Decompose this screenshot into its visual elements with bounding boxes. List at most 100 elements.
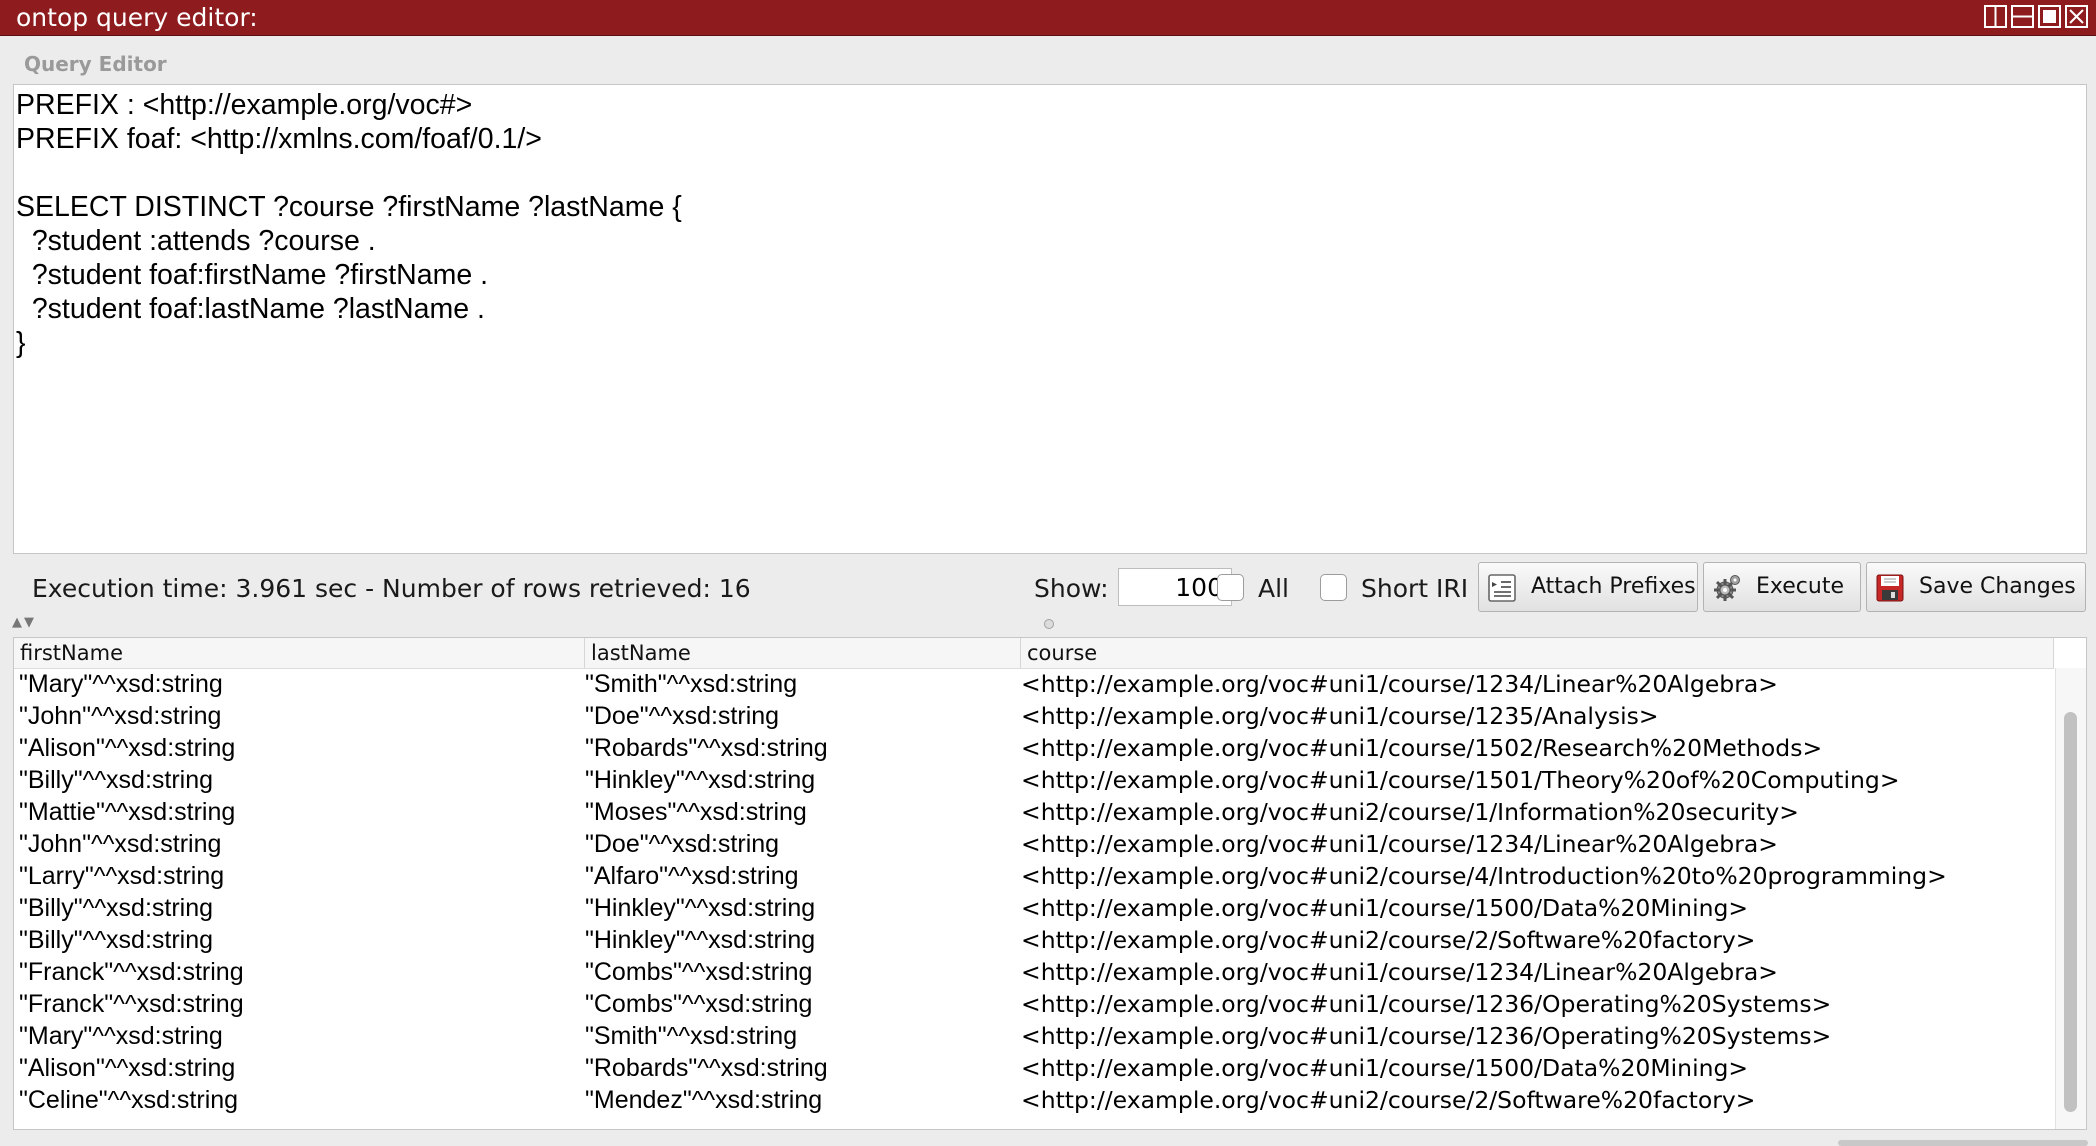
save-changes-button[interactable]: Save Changes: [1866, 562, 2086, 612]
cell-course: <http://example.org/voc#uni1/course/1235…: [1021, 702, 1659, 730]
cell-firstname: "John"^^xsd:string: [19, 702, 222, 730]
minimize-icon[interactable]: [2011, 5, 2034, 28]
execute-button[interactable]: Execute: [1703, 562, 1861, 612]
execution-toolbar: Execution time: 3.961 sec - Number of ro…: [0, 560, 2096, 616]
cell-firstname: "Alison"^^xsd:string: [19, 734, 236, 762]
table-row[interactable]: "Billy"^^xsd:string "Hinkley"^^xsd:strin…: [14, 892, 2054, 924]
all-label: All: [1258, 574, 1289, 603]
results-table: firstName lastName course "Mary"^^xsd:st…: [13, 637, 2087, 1130]
table-row[interactable]: "Mary"^^xsd:string "Smith"^^xsd:string <…: [14, 668, 2054, 700]
cell-firstname: "John"^^xsd:string: [19, 830, 222, 858]
table-row[interactable]: "Alison"^^xsd:string "Robards"^^xsd:stri…: [14, 1052, 2054, 1084]
query-editor-textarea[interactable]: PREFIX : <http://example.org/voc#> PREFI…: [13, 84, 2087, 554]
horizontal-scrollbar[interactable]: [1838, 1140, 2088, 1146]
cell-lastname: "Mendez"^^xsd:string: [585, 1086, 823, 1114]
cell-lastname: "Doe"^^xsd:string: [585, 830, 780, 858]
cell-firstname: "Franck"^^xsd:string: [19, 958, 244, 986]
query-editor-label: Query Editor: [24, 52, 167, 76]
query-line: SELECT DISTINCT ?course ?firstName ?last…: [16, 191, 682, 223]
window-title: ontop query editor:: [16, 3, 258, 32]
title-bar: ontop query editor:: [0, 0, 2096, 36]
table-row[interactable]: "Billy"^^xsd:string "Hinkley"^^xsd:strin…: [14, 924, 2054, 956]
cell-firstname: "Billy"^^xsd:string: [19, 766, 214, 794]
execute-label: Execute: [1756, 574, 1844, 599]
table-row[interactable]: "Billy"^^xsd:string "Hinkley"^^xsd:strin…: [14, 764, 2054, 796]
cell-firstname: "Billy"^^xsd:string: [19, 894, 214, 922]
split-divider[interactable]: ▲▼: [0, 614, 2096, 630]
column-header-firstname[interactable]: firstName: [14, 638, 585, 668]
cell-firstname: "Mattie"^^xsd:string: [19, 798, 236, 826]
cell-course: <http://example.org/voc#uni1/course/1500…: [1021, 894, 1749, 922]
attach-prefixes-label: Attach Prefixes: [1531, 574, 1696, 599]
cell-lastname: "Robards"^^xsd:string: [585, 734, 828, 762]
cell-course: <http://example.org/voc#uni2/course/2/So…: [1021, 1086, 1756, 1114]
cell-lastname: "Hinkley"^^xsd:string: [585, 926, 816, 954]
cell-lastname: "Moses"^^xsd:string: [585, 798, 807, 826]
table-row[interactable]: "Larry"^^xsd:string "Alfaro"^^xsd:string…: [14, 860, 2054, 892]
cell-course: <http://example.org/voc#uni1/course/1234…: [1021, 958, 1778, 986]
cell-firstname: "Mary"^^xsd:string: [19, 670, 223, 698]
table-row[interactable]: "John"^^xsd:string "Doe"^^xsd:string <ht…: [14, 700, 2054, 732]
cell-course: <http://example.org/voc#uni1/course/1236…: [1021, 990, 1832, 1018]
column-header-lastname[interactable]: lastName: [585, 638, 1021, 668]
cell-lastname: "Hinkley"^^xsd:string: [585, 766, 816, 794]
cell-lastname: "Doe"^^xsd:string: [585, 702, 780, 730]
attach-prefixes-icon: [1487, 573, 1517, 603]
query-line: ?student :attends ?course .: [16, 225, 376, 257]
cell-firstname: "Alison"^^xsd:string: [19, 1054, 236, 1082]
table-row[interactable]: "Mary"^^xsd:string "Smith"^^xsd:string <…: [14, 1020, 2054, 1052]
table-row[interactable]: "Franck"^^xsd:string "Combs"^^xsd:string…: [14, 956, 2054, 988]
cell-course: <http://example.org/voc#uni1/course/1500…: [1021, 1054, 1749, 1082]
table-row[interactable]: "Mattie"^^xsd:string "Moses"^^xsd:string…: [14, 796, 2054, 828]
cell-firstname: "Franck"^^xsd:string: [19, 990, 244, 1018]
cell-firstname: "Larry"^^xsd:string: [19, 862, 225, 890]
cell-lastname: "Smith"^^xsd:string: [585, 1022, 798, 1050]
save-changes-label: Save Changes: [1919, 574, 2076, 599]
split-view-icon[interactable]: [1984, 5, 2007, 28]
scroll-thumb[interactable]: [2064, 712, 2077, 1112]
cell-course: <http://example.org/voc#uni1/course/1234…: [1021, 670, 1778, 698]
divider-grip-icon[interactable]: [1044, 619, 1054, 629]
show-label: Show:: [1034, 574, 1109, 603]
table-header: firstName lastName course: [14, 638, 2054, 669]
show-count-input[interactable]: [1118, 568, 1232, 606]
cell-firstname: "Billy"^^xsd:string: [19, 926, 214, 954]
cell-firstname: "Celine"^^xsd:string: [19, 1086, 239, 1114]
cell-lastname: "Combs"^^xsd:string: [585, 990, 813, 1018]
vertical-scrollbar[interactable]: [2055, 668, 2086, 1129]
cell-course: <http://example.org/voc#uni1/course/1502…: [1021, 734, 1823, 762]
query-line: }: [16, 327, 26, 359]
query-line: PREFIX foaf: <http://xmlns.com/foaf/0.1/…: [16, 123, 542, 155]
cell-course: <http://example.org/voc#uni2/course/4/In…: [1021, 862, 1947, 890]
cell-course: <http://example.org/voc#uni1/course/1501…: [1021, 766, 1900, 794]
window-controls: [1984, 5, 2088, 28]
cell-lastname: "Smith"^^xsd:string: [585, 670, 798, 698]
cell-lastname: "Robards"^^xsd:string: [585, 1054, 828, 1082]
cell-course: <http://example.org/voc#uni1/course/1236…: [1021, 1022, 1832, 1050]
gear-icon: [1712, 573, 1742, 603]
short-iri-label: Short IRI: [1361, 574, 1469, 603]
collapse-arrows-icon[interactable]: ▲▼: [12, 615, 36, 630]
cell-course: <http://example.org/voc#uni2/course/1/In…: [1021, 798, 1799, 826]
cell-lastname: "Hinkley"^^xsd:string: [585, 894, 816, 922]
execution-info: Execution time: 3.961 sec - Number of ro…: [32, 574, 751, 603]
cell-course: <http://example.org/voc#uni2/course/2/So…: [1021, 926, 1756, 954]
table-row[interactable]: "John"^^xsd:string "Doe"^^xsd:string <ht…: [14, 828, 2054, 860]
maximize-icon[interactable]: [2038, 5, 2061, 28]
table-row[interactable]: "Alison"^^xsd:string "Robards"^^xsd:stri…: [14, 732, 2054, 764]
cell-course: <http://example.org/voc#uni1/course/1234…: [1021, 830, 1778, 858]
query-line: PREFIX : <http://example.org/voc#>: [16, 89, 473, 121]
cell-lastname: "Combs"^^xsd:string: [585, 958, 813, 986]
query-line: ?student foaf:lastName ?lastName .: [16, 293, 485, 325]
cell-firstname: "Mary"^^xsd:string: [19, 1022, 223, 1050]
close-icon[interactable]: [2065, 5, 2088, 28]
all-checkbox[interactable]: [1217, 574, 1244, 601]
column-header-course[interactable]: course: [1021, 638, 2054, 668]
table-row[interactable]: "Franck"^^xsd:string "Combs"^^xsd:string…: [14, 988, 2054, 1020]
attach-prefixes-button[interactable]: Attach Prefixes: [1478, 562, 1698, 612]
cell-lastname: "Alfaro"^^xsd:string: [585, 862, 799, 890]
query-line: ?student foaf:firstName ?firstName .: [16, 259, 489, 291]
floppy-disk-icon: [1875, 573, 1905, 603]
short-iri-checkbox[interactable]: [1320, 574, 1347, 601]
table-row[interactable]: "Celine"^^xsd:string "Mendez"^^xsd:strin…: [14, 1084, 2054, 1116]
